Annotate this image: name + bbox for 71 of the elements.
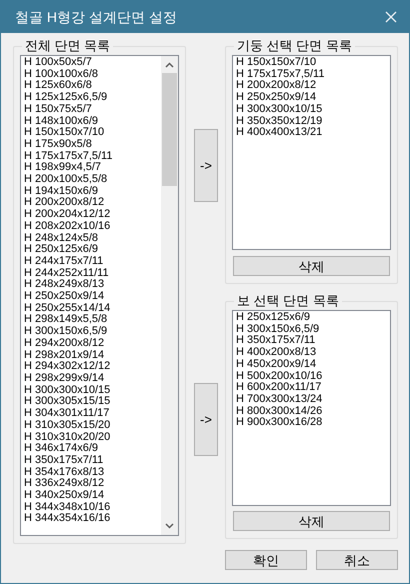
- list-item[interactable]: H 250x125x6/9: [24, 244, 161, 256]
- list-item[interactable]: H 350x175x7/11: [236, 335, 390, 348]
- list-item[interactable]: H 350x350x12/19: [236, 116, 390, 128]
- list-item[interactable]: H 346x174x6/9: [24, 443, 161, 455]
- list-item[interactable]: H 250x250x9/14: [236, 92, 390, 104]
- list-item[interactable]: H 100x50x5/7: [24, 57, 161, 69]
- list-item[interactable]: H 100x100x6/8: [24, 68, 161, 80]
- scrollbar-thumb[interactable]: [162, 73, 177, 186]
- delete-button[interactable]: 삭제: [233, 256, 390, 276]
- add-button[interactable]: ->: [194, 383, 218, 456]
- list-item[interactable]: H 200x200x8/12: [24, 197, 161, 210]
- list-item[interactable]: H 150x150x7/10: [236, 57, 390, 69]
- list-item[interactable]: H 150x150x7/10: [24, 127, 161, 139]
- list-item[interactable]: H 248x249x8/13: [24, 279, 161, 292]
- list-item[interactable]: H 198x99x4,5/7: [24, 162, 161, 174]
- close-icon: [385, 11, 397, 23]
- list-item[interactable]: H 310x305x15/20: [24, 420, 161, 432]
- list-item[interactable]: H 344x348x10/16: [24, 502, 161, 514]
- list-item[interactable]: H 200x200x8/12: [236, 80, 390, 92]
- list-item[interactable]: H 250x255x14/14: [24, 302, 161, 314]
- list-item[interactable]: H 300x150x6,5/9: [236, 324, 390, 336]
- list-item[interactable]: H 150x75x5/7: [24, 104, 161, 116]
- list-item[interactable]: H 175x175x7,5/11: [24, 150, 161, 162]
- list-item[interactable]: H 400x200x8/13: [236, 347, 390, 359]
- list-item[interactable]: H 900x300x16/28: [236, 417, 390, 430]
- list-item[interactable]: H 200x204x12/12: [24, 209, 161, 221]
- ok-button[interactable]: 확인: [225, 550, 307, 570]
- list-item[interactable]: H 350x175x7/11: [24, 454, 161, 467]
- list-item[interactable]: H 194x150x6/9: [24, 186, 161, 198]
- cancel-button[interactable]: 취소: [316, 550, 398, 570]
- list-item[interactable]: H 175x90x5/8: [24, 138, 161, 151]
- list-item[interactable]: H 700x300x13/24: [236, 394, 390, 406]
- scroll-down-icon[interactable]: [165, 523, 174, 529]
- list-item[interactable]: H 340x250x9/14: [24, 490, 161, 502]
- list-item[interactable]: H 344x354x16/16: [24, 513, 161, 526]
- list-item[interactable]: H 148x100x6/9: [24, 116, 161, 128]
- group-title: 보 선택 단면 목록: [236, 293, 340, 309]
- list-item[interactable]: H 450x200x9/14: [236, 358, 390, 371]
- window-title: 철골 H형강 설계단면 설정: [15, 8, 177, 26]
- list-item[interactable]: H 354x176x8/13: [24, 466, 161, 478]
- list-item[interactable]: H 175x175x7,5/11: [236, 68, 390, 80]
- list-item[interactable]: H 400x400x13/21: [236, 127, 390, 139]
- delete-button[interactable]: 삭제: [233, 511, 390, 531]
- list-item[interactable]: H 304x301x11/17: [24, 408, 161, 420]
- list-item[interactable]: H 300x305x15/15: [24, 396, 161, 408]
- list-item[interactable]: H 248x124x5/8: [24, 232, 161, 244]
- list-item[interactable]: H 300x300x10/15: [24, 384, 161, 396]
- list-item[interactable]: H 310x310x20/20: [24, 432, 161, 444]
- list-item[interactable]: H 300x300x10/15: [236, 104, 390, 116]
- list-item[interactable]: H 250x250x9/14: [24, 291, 161, 303]
- list-item[interactable]: H 125x125x6,5/9: [24, 92, 161, 104]
- list-item[interactable]: H 298x299x9/14: [24, 372, 161, 385]
- group-title: 기둥 선택 단면 목록: [236, 38, 353, 54]
- list-item[interactable]: H 298x201x9/14: [24, 350, 161, 362]
- list-item[interactable]: H 244x175x7/11: [24, 256, 161, 268]
- list-item[interactable]: H 298x149x5,5/8: [24, 314, 161, 326]
- list-item[interactable]: H 244x252x11/11: [24, 268, 161, 280]
- list-item[interactable]: H 800x300x14/26: [236, 406, 390, 418]
- group-title: 전체 단면 목록: [24, 38, 112, 54]
- list-item[interactable]: H 200x100x5,5/8: [24, 174, 161, 186]
- list-item[interactable]: H 336x249x8/12: [24, 478, 161, 490]
- add-button[interactable]: ->: [194, 129, 218, 202]
- list-item[interactable]: H 600x200x11/17: [236, 382, 390, 394]
- scroll-up-icon[interactable]: [165, 62, 174, 68]
- list-item[interactable]: H 294x200x8/12: [24, 338, 161, 350]
- list-item[interactable]: H 300x150x6,5/9: [24, 326, 161, 338]
- list-item[interactable]: H 250x125x6/9: [236, 312, 390, 324]
- list-item[interactable]: H 208x202x10/16: [24, 220, 161, 233]
- list-item[interactable]: H 125x60x6/8: [24, 80, 161, 92]
- list-item[interactable]: H 500x200x10/16: [236, 370, 390, 382]
- list-item[interactable]: H 294x302x12/12: [24, 361, 161, 373]
